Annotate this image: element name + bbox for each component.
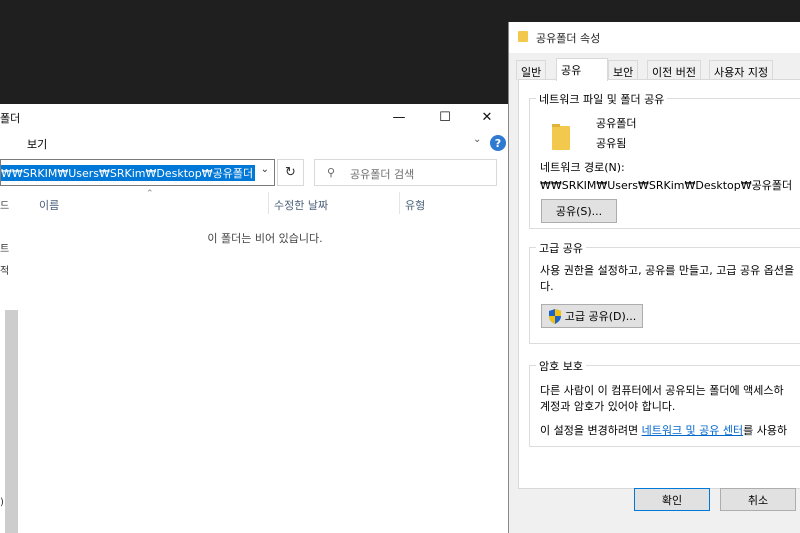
advanced-share-button[interactable]: 고급 공유(D)... <box>541 304 643 328</box>
minimize-button[interactable]: — <box>376 104 422 131</box>
address-bar[interactable]: ₩₩SRKIM₩Users₩SRKim₩Desktop₩공유폴더 ⌄ <box>0 159 275 186</box>
column-name[interactable]: 이름 <box>39 197 59 213</box>
close-icon: ✕ <box>481 110 493 125</box>
search-placeholder: 공유폴더 검색 <box>350 168 415 181</box>
column-type[interactable]: 유형 <box>405 197 425 213</box>
scrollbar[interactable] <box>5 310 18 533</box>
password-description: 다른 사람이 이 컴퓨터에서 공유되는 폴더에 액세스하 <box>540 384 784 397</box>
advanced-share-button-label: 고급 공유(D)... <box>564 310 637 323</box>
network-sharing-center-link[interactable]: 네트워크 및 공유 센터 <box>642 424 744 437</box>
shared-folder-name: 공유폴더 <box>596 117 637 130</box>
group-label: 네트워크 파일 및 폴더 공유 <box>536 91 668 107</box>
ribbon-tab-view[interactable]: 보기 <box>27 136 47 152</box>
password-protection-group: 암호 보호 다른 사람이 이 컴퓨터에서 공유되는 폴더에 액세스하 계정과 암… <box>529 358 800 447</box>
column-divider[interactable] <box>268 192 269 214</box>
ribbon-bar: 보기 ⌄ ? <box>0 131 508 155</box>
column-divider[interactable] <box>399 192 400 214</box>
refresh-icon: ↻ <box>285 165 296 180</box>
settings-change-prefix: 이 설정을 변경하려면 <box>540 424 642 437</box>
address-text[interactable]: ₩₩SRKIM₩Users₩SRKim₩Desktop₩공유폴더 <box>1 165 256 181</box>
ok-button[interactable]: 확인 <box>634 488 710 511</box>
network-share-group: 네트워크 파일 및 폴더 공유 공유폴더 공유됨 네트워크 경로(N): ₩₩S… <box>529 91 800 229</box>
group-label: 암호 보호 <box>536 358 586 374</box>
dialog-title: 공유폴더 속성 <box>536 32 601 45</box>
tab-strip: 일반 공유 보안 이전 버전 사용자 지정 <box>516 58 800 81</box>
sharing-tab-panel: 네트워크 파일 및 폴더 공유 공유폴더 공유됨 네트워크 경로(N): ₩₩S… <box>518 79 800 489</box>
network-path-label: 네트워크 경로(N): <box>540 161 625 174</box>
chevron-down-icon[interactable]: ⌄ <box>261 164 269 175</box>
folder-icon <box>518 31 528 42</box>
settings-change-suffix: 를 사용하 <box>743 424 788 437</box>
group-label: 고급 공유 <box>536 240 586 256</box>
explorer-window: 폴더 — ☐ ✕ 보기 ⌄ ? ₩₩SRKIM₩Users₩SRKim₩Desk… <box>0 104 508 533</box>
help-icon[interactable]: ? <box>490 135 506 151</box>
uac-shield-icon <box>548 308 562 324</box>
network-path-value: ₩₩SRKIM₩Users₩SRKim₩Desktop₩공유폴더 <box>540 179 793 192</box>
search-icon: ⚲ <box>327 166 336 179</box>
minimize-icon: — <box>392 110 406 125</box>
cancel-button[interactable]: 취소 <box>720 488 796 511</box>
explorer-title-bar: 폴더 — ☐ ✕ <box>0 104 508 131</box>
folder-icon <box>552 124 570 150</box>
share-status: 공유됨 <box>596 137 627 150</box>
sort-arrow-icon: ⌃ <box>146 189 154 199</box>
search-box[interactable]: ⚲ 공유폴더 검색 <box>314 159 497 186</box>
tab-previous-versions[interactable]: 이전 버전 <box>647 60 701 80</box>
advanced-share-group: 고급 공유 사용 권한을 설정하고, 공유를 만들고, 고급 공유 옵션을 다.… <box>529 240 800 344</box>
dialog-title-bar: 공유폴더 속성 <box>509 22 800 53</box>
nav-item-fragment[interactable]: 적 <box>0 262 9 277</box>
settings-change-text: 이 설정을 변경하려면 네트워크 및 공유 센터를 사용하 <box>540 422 787 438</box>
column-modified[interactable]: 수정한 날짜 <box>274 197 328 213</box>
tab-sharing[interactable]: 공유 <box>556 58 608 81</box>
nav-item-fragment[interactable]: ) <box>0 497 4 508</box>
chevron-down-icon[interactable]: ⌄ <box>473 134 481 145</box>
advanced-share-description: 사용 권한을 설정하고, 공유를 만들고, 고급 공유 옵션을 <box>540 264 795 277</box>
column-headers: ⌃ 이름 수정한 날짜 유형 <box>22 189 508 214</box>
advanced-share-description-cont: 다. <box>540 280 554 293</box>
password-description-cont: 계정과 암호가 있어야 합니다. <box>540 400 676 413</box>
refresh-button[interactable]: ↻ <box>277 159 304 186</box>
close-button[interactable]: ✕ <box>464 104 510 131</box>
tab-customize[interactable]: 사용자 지정 <box>709 60 774 80</box>
empty-folder-message: 이 폴더는 비어 있습니다. <box>207 232 323 245</box>
nav-item-fragment[interactable]: 드 <box>0 197 9 212</box>
tab-security[interactable]: 보안 <box>608 60 639 80</box>
maximize-icon: ☐ <box>439 110 451 125</box>
tab-general[interactable]: 일반 <box>516 60 547 80</box>
explorer-title: 폴더 <box>0 112 21 125</box>
properties-dialog: 공유폴더 속성 일반 공유 보안 이전 버전 사용자 지정 네트워크 파일 및 … <box>508 22 800 533</box>
share-button[interactable]: 공유(S)... <box>541 199 617 223</box>
maximize-button[interactable]: ☐ <box>422 104 468 131</box>
